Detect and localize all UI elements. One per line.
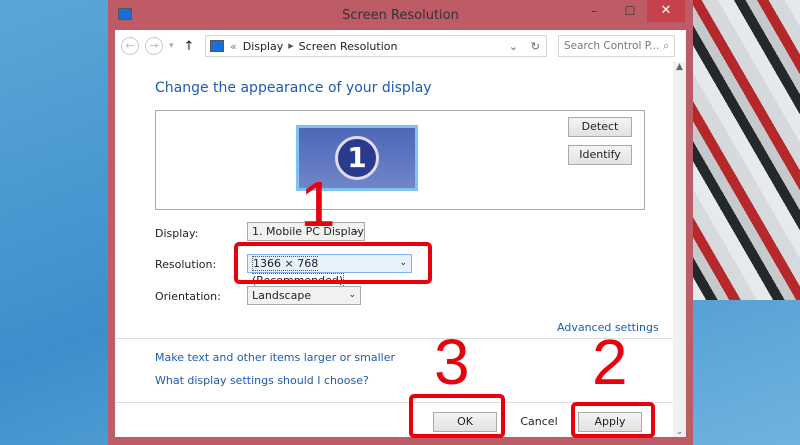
display-settings-help-link[interactable]: What display settings should I choose?: [155, 374, 369, 387]
cancel-button[interactable]: Cancel: [507, 412, 571, 432]
annotation-number-3: 3: [434, 326, 470, 398]
refresh-icon[interactable]: ↻: [531, 40, 540, 53]
maximize-button[interactable]: ☐: [617, 4, 643, 18]
annotation-box-resolution: [234, 242, 432, 284]
display-icon: [210, 40, 224, 52]
resolution-label: Resolution:: [155, 258, 217, 271]
annotation-box-apply: [571, 402, 655, 438]
vertical-scrollbar[interactable]: ▲ ⌄: [673, 62, 686, 437]
close-button[interactable]: ✕: [647, 0, 685, 22]
detect-button[interactable]: Detect: [568, 117, 632, 137]
breadcrumb-chevron-icon: ▶: [288, 42, 294, 50]
orientation-label: Orientation:: [155, 290, 221, 303]
chevron-down-icon: ⌄: [348, 290, 356, 300]
annotation-number-2: 2: [592, 326, 628, 398]
search-input[interactable]: Search Control P... ⌕: [558, 35, 675, 57]
chevron-down-icon: ⌄: [352, 226, 360, 236]
desktop-wallpaper: [690, 0, 800, 300]
forward-button[interactable]: →: [145, 37, 163, 55]
up-button[interactable]: ↑: [184, 39, 195, 54]
breadcrumb-display[interactable]: Display: [243, 40, 284, 53]
breadcrumb-overflow[interactable]: «: [230, 40, 237, 53]
divider: [115, 338, 675, 339]
page-title: Change the appearance of your display: [155, 80, 432, 96]
scroll-down-icon[interactable]: ⌄: [673, 427, 686, 437]
monitor-number: 1: [335, 136, 379, 180]
address-bar[interactable]: « Display ▶ Screen Resolution ⌄ ↻: [205, 35, 547, 57]
orientation-value: Landscape: [252, 289, 312, 302]
text-size-link[interactable]: Make text and other items larger or smal…: [155, 351, 395, 364]
address-dropdown-icon[interactable]: ⌄: [509, 40, 518, 53]
back-button[interactable]: ←: [121, 37, 139, 55]
scroll-up-icon[interactable]: ▲: [673, 62, 686, 72]
orientation-select[interactable]: Landscape ⌄: [247, 286, 361, 305]
search-icon[interactable]: ⌕: [663, 36, 669, 56]
display-label: Display:: [155, 227, 199, 240]
annotation-box-ok: [409, 394, 505, 438]
display-preview: 1 Detect Identify: [155, 110, 645, 210]
breadcrumb-screen-resolution[interactable]: Screen Resolution: [299, 40, 398, 53]
annotation-number-1: 1: [300, 168, 336, 240]
recent-locations-icon[interactable]: ▾: [169, 41, 174, 51]
identify-button[interactable]: Identify: [568, 145, 632, 165]
search-placeholder: Search Control P...: [564, 40, 660, 52]
navigation-bar: ← → ▾ ↑ « Display ▶ Screen Resolution ⌄ …: [115, 30, 686, 62]
minimize-button[interactable]: –: [581, 4, 607, 18]
